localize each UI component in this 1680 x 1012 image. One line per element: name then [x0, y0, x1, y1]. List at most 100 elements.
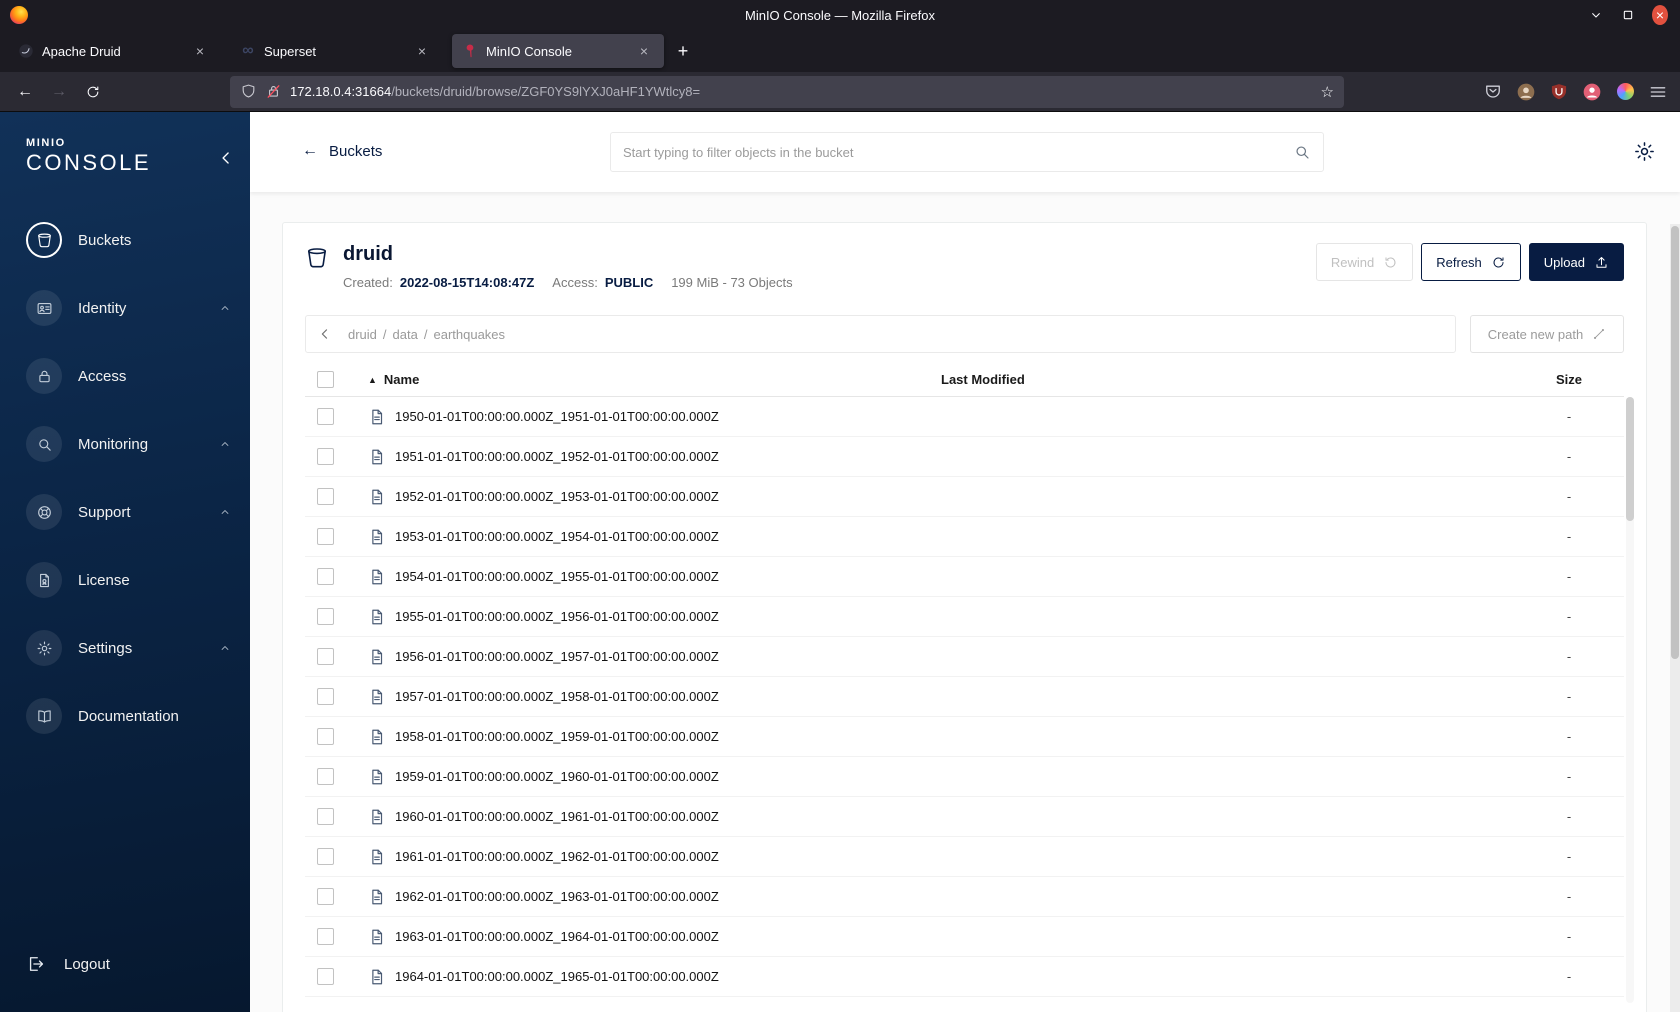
row-checkbox[interactable] [317, 488, 334, 505]
breadcrumb-segment[interactable]: earthquakes [433, 327, 505, 342]
row-checkbox[interactable] [317, 848, 334, 865]
upload-button[interactable]: Upload [1528, 243, 1624, 281]
back-to-buckets-link[interactable]: ← Buckets [302, 142, 382, 160]
object-row[interactable]: 1963-01-01T00:00:00.000Z_1964-01-01T00:0… [305, 917, 1624, 957]
column-last-modified[interactable]: Last Modified [929, 372, 1514, 387]
row-checkbox[interactable] [317, 528, 334, 545]
reload-button[interactable] [76, 77, 110, 107]
object-row[interactable]: 1956-01-01T00:00:00.000Z_1957-01-01T00:0… [305, 637, 1624, 677]
row-checkbox[interactable] [317, 728, 334, 745]
table-scrollbar[interactable] [1626, 397, 1634, 1003]
create-new-path-button[interactable]: Create new path [1470, 315, 1624, 353]
object-row[interactable]: 1951-01-01T00:00:00.000Z_1952-01-01T00:0… [305, 437, 1624, 477]
row-checkbox[interactable] [317, 408, 334, 425]
row-checkbox[interactable] [317, 888, 334, 905]
object-row[interactable]: 1954-01-01T00:00:00.000Z_1955-01-01T00:0… [305, 557, 1624, 597]
object-name[interactable]: 1959-01-01T00:00:00.000Z_1960-01-01T00:0… [395, 769, 719, 784]
object-row[interactable]: 1961-01-01T00:00:00.000Z_1962-01-01T00:0… [305, 837, 1624, 877]
sidebar-item-monitoring[interactable]: Monitoring [0, 410, 250, 478]
object-row[interactable]: 1960-01-01T00:00:00.000Z_1961-01-01T00:0… [305, 797, 1624, 837]
refresh-button[interactable]: Refresh [1421, 243, 1521, 281]
sort-asc-icon[interactable]: ▲ [368, 375, 377, 385]
profile-avatar-icon[interactable] [1582, 82, 1602, 102]
row-checkbox[interactable] [317, 648, 334, 665]
settings-gear-icon[interactable] [1633, 140, 1656, 163]
shield-icon[interactable] [240, 83, 257, 100]
sidebar-item-license[interactable]: License [0, 546, 250, 614]
object-name[interactable]: 1958-01-01T00:00:00.000Z_1959-01-01T00:0… [395, 729, 719, 744]
new-tab-button[interactable]: + [668, 36, 698, 66]
object-name[interactable]: 1957-01-01T00:00:00.000Z_1958-01-01T00:0… [395, 689, 719, 704]
column-name[interactable]: Name [384, 372, 419, 387]
object-row[interactable]: 1959-01-01T00:00:00.000Z_1960-01-01T00:0… [305, 757, 1624, 797]
object-name[interactable]: 1961-01-01T00:00:00.000Z_1962-01-01T00:0… [395, 849, 719, 864]
object-row[interactable]: 1958-01-01T00:00:00.000Z_1959-01-01T00:0… [305, 717, 1624, 757]
ublock-origin-icon[interactable] [1549, 82, 1569, 102]
rewind-button[interactable]: Rewind [1315, 243, 1414, 281]
row-checkbox[interactable] [317, 688, 334, 705]
object-name[interactable]: 1962-01-01T00:00:00.000Z_1963-01-01T00:0… [395, 889, 719, 904]
object-row[interactable]: 1952-01-01T00:00:00.000Z_1953-01-01T00:0… [305, 477, 1624, 517]
row-checkbox[interactable] [317, 808, 334, 825]
object-name[interactable]: 1954-01-01T00:00:00.000Z_1955-01-01T00:0… [395, 569, 719, 584]
breadcrumb-segment[interactable]: druid [348, 327, 377, 342]
browser-tab[interactable]: Apache Druid × [8, 34, 220, 68]
page-scrollbar-thumb[interactable] [1671, 226, 1679, 660]
sidebar-item-logout[interactable]: Logout [0, 930, 250, 998]
object-row[interactable]: 1950-01-01T00:00:00.000Z_1951-01-01T00:0… [305, 397, 1624, 437]
object-size: - [1566, 649, 1572, 664]
object-name[interactable]: 1960-01-01T00:00:00.000Z_1961-01-01T00:0… [395, 809, 719, 824]
insecure-lock-icon[interactable] [265, 83, 282, 100]
account-icon[interactable] [1516, 82, 1536, 102]
object-name[interactable]: 1953-01-01T00:00:00.000Z_1954-01-01T00:0… [395, 529, 719, 544]
object-row[interactable]: 1955-01-01T00:00:00.000Z_1956-01-01T00:0… [305, 597, 1624, 637]
table-scrollbar-thumb[interactable] [1626, 397, 1634, 521]
object-name[interactable]: 1964-01-01T00:00:00.000Z_1965-01-01T00:0… [395, 969, 719, 984]
row-checkbox[interactable] [317, 968, 334, 985]
sidebar-collapse-icon[interactable] [216, 148, 236, 168]
object-row[interactable]: 1962-01-01T00:00:00.000Z_1963-01-01T00:0… [305, 877, 1624, 917]
tab-close-icon[interactable]: × [634, 41, 654, 61]
sidebar-item-identity[interactable]: Identity [0, 274, 250, 342]
object-row[interactable]: 1964-01-01T00:00:00.000Z_1965-01-01T00:0… [305, 957, 1624, 997]
row-checkbox[interactable] [317, 768, 334, 785]
breadcrumb-segment[interactable]: data [393, 327, 418, 342]
object-filter-input[interactable] [623, 144, 1293, 160]
close-icon[interactable]: × [1652, 5, 1668, 25]
bookmark-star-icon[interactable]: ☆ [1321, 83, 1334, 101]
sidebar-item-access[interactable]: Access [0, 342, 250, 410]
sidebar-item-documentation[interactable]: Documentation [0, 682, 250, 750]
row-checkbox[interactable] [317, 608, 334, 625]
save-to-pocket-icon[interactable] [1483, 82, 1503, 102]
browser-tab[interactable]: ∞ Superset × [230, 34, 442, 68]
forward-button[interactable]: → [42, 77, 76, 107]
sidebar-item-buckets[interactable]: Buckets [0, 206, 250, 274]
object-name[interactable]: 1951-01-01T00:00:00.000Z_1952-01-01T00:0… [395, 449, 719, 464]
object-name[interactable]: 1955-01-01T00:00:00.000Z_1956-01-01T00:0… [395, 609, 719, 624]
object-row[interactable]: 1957-01-01T00:00:00.000Z_1958-01-01T00:0… [305, 677, 1624, 717]
tab-close-icon[interactable]: × [190, 41, 210, 61]
object-name[interactable]: 1952-01-01T00:00:00.000Z_1953-01-01T00:0… [395, 489, 719, 504]
object-size: - [1566, 729, 1572, 744]
row-checkbox[interactable] [317, 928, 334, 945]
back-button[interactable]: ← [8, 77, 42, 107]
object-name[interactable]: 1963-01-01T00:00:00.000Z_1964-01-01T00:0… [395, 929, 719, 944]
object-name[interactable]: 1956-01-01T00:00:00.000Z_1957-01-01T00:0… [395, 649, 719, 664]
tab-close-icon[interactable]: × [412, 41, 432, 61]
column-size[interactable]: Size [1514, 372, 1624, 387]
extension-icon[interactable] [1615, 82, 1635, 102]
row-checkbox[interactable] [317, 448, 334, 465]
object-name[interactable]: 1950-01-01T00:00:00.000Z_1951-01-01T00:0… [395, 409, 719, 424]
sidebar-item-settings[interactable]: Settings [0, 614, 250, 682]
url-bar[interactable]: 172.18.0.4:31664/buckets/druid/browse/ZG… [230, 75, 1344, 108]
sidebar-item-support[interactable]: Support [0, 478, 250, 546]
path-back-icon[interactable] [316, 325, 334, 343]
maximize-icon[interactable] [1620, 7, 1636, 23]
chevron-down-icon[interactable] [1588, 7, 1604, 23]
object-row[interactable]: 1953-01-01T00:00:00.000Z_1954-01-01T00:0… [305, 517, 1624, 557]
browser-tab[interactable]: MinIO Console × [452, 34, 664, 68]
page-scrollbar[interactable] [1670, 224, 1680, 1012]
select-all-checkbox[interactable] [317, 371, 334, 388]
row-checkbox[interactable] [317, 568, 334, 585]
menu-icon[interactable] [1648, 82, 1668, 102]
